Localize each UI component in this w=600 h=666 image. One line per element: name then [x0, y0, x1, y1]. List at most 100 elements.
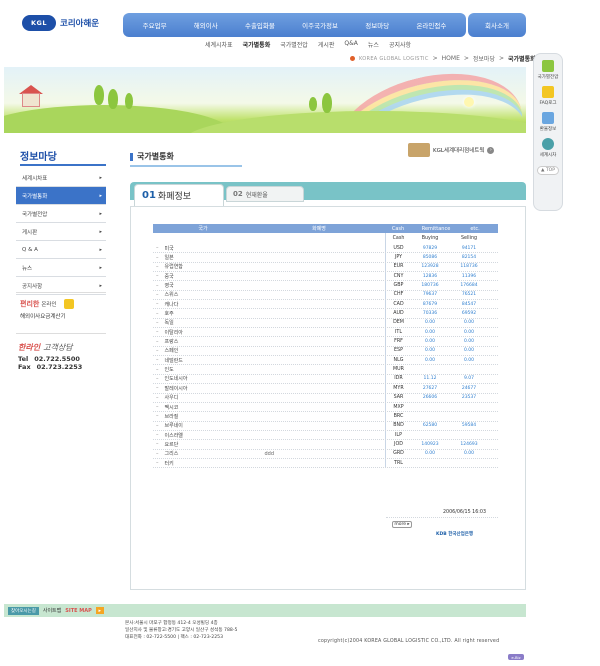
bullet-icon: – [156, 422, 159, 429]
quick-menu-item[interactable]: 국가별전압 [538, 60, 558, 80]
table-row: – 네덜란드 NLG 0.00 0.00 [153, 356, 498, 366]
country-name: 스페인 [164, 348, 179, 355]
buying-rate [411, 403, 449, 411]
country-name: 프랑스 [164, 339, 179, 346]
selling-rate: 118736 [460, 264, 478, 270]
header-remittance: Remittance [421, 225, 451, 232]
sidebar-item-news[interactable]: 뉴스 ▸ [16, 259, 106, 277]
footer-directions-link[interactable]: 찾아오시는길 [8, 606, 39, 615]
table-row: – 말레이시아 MYR 27627 24677 [153, 384, 498, 394]
tree-illustration [309, 97, 317, 111]
footer-copyright: copyright(c)2004 KOREA GLOBAL LOGISTIC C… [318, 639, 500, 644]
buying-rate: 11.12 [423, 376, 437, 382]
subnav-board[interactable]: 게시판 [318, 40, 335, 50]
tab-current-rate[interactable]: 02 현재환율 [226, 186, 304, 202]
breadcrumb-home[interactable]: HOME [442, 55, 460, 62]
country-cell: – 사우디 [153, 394, 385, 402]
breadcrumb: KOREA GLOBAL LOGISTIC > HOME > 정보마당 > 국가… [350, 54, 536, 63]
agent-network-link[interactable]: KGL세계대리점네트웍 › [408, 141, 520, 159]
sidebar-item-currency[interactable]: 국가별통화 ▸ [16, 187, 106, 205]
selling-rate [449, 365, 489, 373]
breadcrumb-section[interactable]: 정보마당 [473, 54, 495, 63]
gnb-item-info-square[interactable]: 정보마당 [365, 20, 389, 30]
country-name: 인도네시아 [164, 376, 188, 383]
country-cell: – 캐나다 [153, 300, 385, 308]
logo[interactable]: KGL 코리아해운 [22, 13, 114, 33]
selling-rate: 76521 [461, 292, 477, 298]
currency-code: FRF [385, 337, 411, 346]
bullet-icon: – [156, 450, 159, 457]
buying-rate: 0.00 [424, 451, 436, 457]
currency-code: JOD [385, 440, 411, 449]
header-cash: Cash [391, 225, 405, 232]
selling-rate: 24677 [461, 385, 477, 391]
top-button[interactable]: ▲ TOP [537, 166, 559, 175]
buying-rate: 87679 [422, 301, 438, 307]
subnav-news[interactable]: 뉴스 [368, 40, 379, 50]
selling-rate [449, 431, 489, 439]
table-row: – 유럽연합 EUR 123928 118736 [153, 262, 498, 273]
bullet-icon: – [156, 338, 159, 345]
subheader-selling: Selling [460, 236, 478, 241]
table-header: 국가 화폐명 Cash Remittance etc. [153, 224, 498, 233]
footer-sitemap-label[interactable]: SITE MAP [65, 608, 92, 614]
moving-cost-calculator-banner[interactable]: 편리한 온라인 해외이사요금계산기 [16, 292, 106, 334]
gnb-item-import-export[interactable]: 수출입화물 [245, 20, 275, 30]
gnb-item-main-business[interactable]: 주요업무 [143, 20, 167, 30]
table-row: – 터키 TRL [153, 458, 498, 469]
table-row: – 캐나다 CAD 87679 84547 [153, 300, 498, 310]
sidebar-item-world-time[interactable]: 세계시차표 ▸ [16, 169, 106, 187]
gnb-item-online-apply[interactable]: 온라인접수 [416, 20, 446, 30]
gnb-item-company-intro[interactable]: 회사소개 [468, 13, 526, 37]
sidebar-item-board[interactable]: 게시판 ▸ [16, 223, 106, 241]
subnav-qna[interactable]: Q&A [344, 40, 358, 50]
country-cell: – 그리스 ddd [153, 450, 385, 458]
sidebar-item-label: 뉴스 [22, 265, 33, 272]
currency-code: NLG [385, 356, 411, 365]
selling-rate: 82154 [461, 255, 477, 261]
country-name: 독일 [164, 320, 174, 327]
footer-address-line: 일산지사 및 물류창고:경기도 고양시 일산구 성석동 788-5 [125, 628, 238, 633]
buying-rate: 85086 [422, 255, 438, 261]
selling-rate: 0.00 [463, 451, 475, 457]
breadcrumb-corp: KOREA GLOBAL LOGISTIC [359, 55, 429, 62]
subnav-voltage[interactable]: 국가별전압 [280, 40, 308, 50]
currency-code: DEM [385, 318, 411, 328]
currency-code: USD [385, 244, 411, 253]
gnb-item-overseas-moving[interactable]: 해외이사 [194, 20, 218, 30]
calculator-icon [64, 299, 74, 309]
currency-code: ILP [385, 430, 411, 440]
selling-rate [449, 459, 489, 467]
country-name: 그리스 [164, 451, 179, 458]
buying-rate: 79637 [422, 292, 438, 298]
tree-illustration [125, 93, 133, 109]
subnav-notice[interactable]: 공지사항 [389, 40, 411, 50]
quick-menu-item[interactable]: FAQ로그 [540, 86, 557, 106]
buying-rate: 12836 [422, 273, 438, 279]
tab-number: 01 [142, 190, 156, 201]
subnav-world-time[interactable]: 세계시차표 [205, 40, 233, 50]
country-cell: – 유럽연합 [153, 263, 385, 271]
subnav-currency[interactable]: 국가별통화 [243, 40, 271, 50]
tab-currency-info[interactable]: 01 화폐정보 [134, 184, 224, 206]
sidebar-item-voltage[interactable]: 국가별전압 ▸ [16, 205, 106, 223]
sidebar-item-qna[interactable]: Q & A ▸ [16, 241, 106, 259]
arrow-icon[interactable]: ▸ [95, 607, 104, 614]
quick-menu-item[interactable]: 환율정보 [540, 112, 556, 132]
quick-menu-item[interactable]: 세계시차 [539, 138, 557, 158]
country-name: 미국 [164, 245, 174, 252]
tree-illustration [108, 89, 118, 109]
currency-code: GBP [385, 281, 411, 290]
sidebar-item-label: 공지사항 [22, 283, 43, 290]
country-name: 이탈리아 [164, 329, 183, 336]
currency-code: EUR [385, 262, 411, 272]
sidebar-item-label: 게시판 [22, 229, 38, 236]
bullet-icon: – [156, 329, 159, 336]
quick-menu-label: 세계시차 [539, 153, 557, 158]
table-subheader: Cash Buying Selling [153, 233, 498, 244]
gnb-item-immigration-info[interactable]: 이주국가정보 [302, 20, 338, 30]
more-button[interactable]: more ▸ [392, 521, 412, 528]
footer-sitemap-link[interactable]: 사이트맵 [43, 607, 61, 614]
country-name: 요르단 [164, 441, 179, 448]
country-cell: – 호주 [153, 309, 385, 318]
